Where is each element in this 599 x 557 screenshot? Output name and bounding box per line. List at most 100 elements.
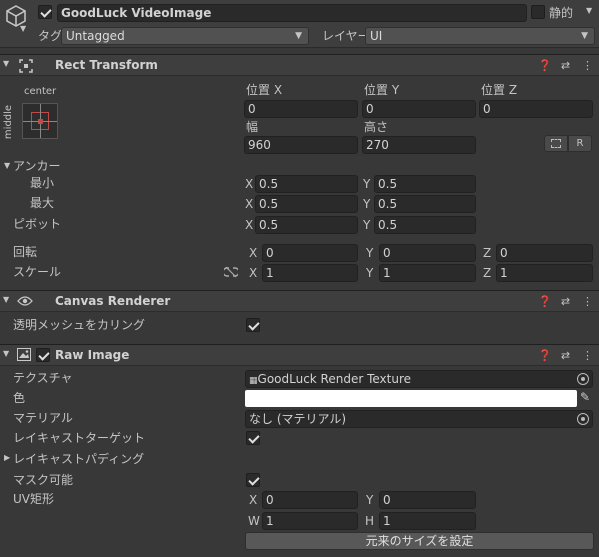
- pos-z-field[interactable]: 0: [479, 100, 593, 118]
- axis-y-label[interactable]: Y: [366, 265, 373, 281]
- uv-x-field[interactable]: 0: [262, 491, 358, 509]
- material-label: マテリアル: [13, 411, 73, 425]
- static-label: 静的: [549, 6, 574, 20]
- help-icon[interactable]: ❓: [538, 294, 552, 309]
- layer-dropdown[interactable]: UI ▼: [365, 27, 595, 45]
- axis-y-label[interactable]: Y: [363, 217, 370, 233]
- maskable-toggle[interactable]: [246, 473, 260, 487]
- presets-icon[interactable]: ⇄: [560, 294, 571, 309]
- image-icon: [17, 348, 31, 361]
- scale-x-field[interactable]: 1: [262, 264, 358, 282]
- presets-icon[interactable]: ⇄: [560, 348, 571, 363]
- foldout-arrow-icon[interactable]: ▶: [4, 453, 10, 462]
- foldout-arrow-icon[interactable]: ▼: [3, 295, 9, 304]
- raw-image-enabled-toggle[interactable]: [36, 348, 50, 362]
- texture-field[interactable]: ▦GoodLuck Render Texture: [245, 370, 593, 388]
- object-picker-icon[interactable]: [577, 413, 589, 425]
- chevron-down-icon: ▼: [295, 31, 302, 41]
- more-icon[interactable]: ⋮: [582, 58, 593, 73]
- chevron-down-icon[interactable]: ▼: [20, 24, 26, 33]
- anchor-max-y-field[interactable]: 0.5: [374, 195, 476, 213]
- component-title: Raw Image: [55, 348, 130, 362]
- raycast-target-toggle[interactable]: [246, 431, 260, 445]
- raw-image-header[interactable]: ▼ Raw Image ❓ ⇄ ⋮: [0, 344, 599, 366]
- anchor-min-label: 最小: [30, 176, 55, 190]
- tag-dropdown[interactable]: Untagged ▼: [61, 27, 309, 45]
- presets-icon[interactable]: ⇄: [560, 58, 571, 73]
- anchor-preset-side-label: middle: [3, 104, 15, 140]
- pos-x-field[interactable]: 0: [244, 100, 358, 118]
- axis-x-label[interactable]: X: [249, 492, 257, 508]
- eye-icon: [17, 296, 33, 306]
- anchors-foldout-icon[interactable]: ▼: [4, 161, 10, 170]
- width-field[interactable]: 960: [244, 136, 358, 154]
- pivot-y-field[interactable]: 0.5: [374, 216, 476, 234]
- rect-transform-icon: [19, 59, 33, 73]
- axis-y-label[interactable]: Y: [363, 196, 370, 212]
- axis-y-label[interactable]: Y: [363, 176, 370, 192]
- pos-x-label: 位置 X: [246, 83, 283, 97]
- axis-y-label[interactable]: Y: [366, 245, 373, 261]
- scale-z-field[interactable]: 1: [496, 264, 593, 282]
- component-title: Rect Transform: [55, 58, 158, 72]
- help-icon[interactable]: ❓: [538, 58, 552, 73]
- anchor-min-y-field[interactable]: 0.5: [374, 175, 476, 193]
- anchor-preset-top-label: center: [24, 86, 57, 97]
- rotation-label: 回転: [13, 245, 38, 259]
- axis-z-label[interactable]: Z: [483, 245, 491, 261]
- object-name-field[interactable]: GoodLuck VideoImage: [57, 4, 527, 22]
- axis-x-label[interactable]: X: [245, 217, 253, 233]
- object-picker-icon[interactable]: [577, 373, 589, 385]
- color-swatch[interactable]: [245, 390, 577, 407]
- scale-y-field[interactable]: 1: [379, 264, 476, 282]
- anchor-preset-button[interactable]: [22, 103, 58, 139]
- uv-h-field[interactable]: 1: [379, 512, 476, 530]
- anchors-label: アンカー: [13, 159, 61, 173]
- anchor-max-label: 最大: [30, 196, 55, 210]
- raw-edit-button[interactable]: R: [568, 135, 592, 152]
- height-field[interactable]: 270: [362, 136, 476, 154]
- anchor-max-x-field[interactable]: 0.5: [255, 195, 358, 213]
- cull-transparent-mesh-toggle[interactable]: [246, 318, 260, 332]
- active-toggle[interactable]: [38, 5, 52, 19]
- link-broken-icon[interactable]: [224, 266, 238, 278]
- raycast-target-label: レイキャストターゲット: [13, 431, 146, 445]
- axis-z-label[interactable]: Z: [483, 265, 491, 281]
- material-value: なし (マテリアル): [249, 412, 347, 426]
- axis-h-label[interactable]: H: [365, 513, 374, 529]
- static-dropdown-icon[interactable]: ▼: [586, 6, 592, 15]
- pos-y-field[interactable]: 0: [362, 100, 476, 118]
- axis-x-label[interactable]: X: [245, 176, 253, 192]
- uv-y-field[interactable]: 0: [379, 491, 476, 509]
- axis-x-label[interactable]: X: [245, 196, 253, 212]
- rotation-x-field[interactable]: 0: [262, 244, 358, 262]
- help-icon[interactable]: ❓: [538, 348, 552, 363]
- more-icon[interactable]: ⋮: [582, 294, 593, 309]
- tag-value: Untagged: [66, 29, 125, 43]
- foldout-arrow-icon[interactable]: ▼: [3, 59, 9, 68]
- set-native-size-button[interactable]: 元来のサイズを設定: [245, 532, 594, 550]
- foldout-arrow-icon[interactable]: ▼: [3, 349, 9, 358]
- pivot-x-field[interactable]: 0.5: [255, 216, 358, 234]
- axis-x-label[interactable]: X: [249, 265, 257, 281]
- eyedropper-icon[interactable]: ✎: [580, 390, 590, 404]
- rotation-z-field[interactable]: 0: [496, 244, 593, 262]
- more-icon[interactable]: ⋮: [582, 348, 593, 363]
- material-field[interactable]: なし (マテリアル): [245, 410, 593, 428]
- canvas-renderer-header[interactable]: ▼ Canvas Renderer ❓ ⇄ ⋮: [0, 290, 599, 312]
- component-title: Canvas Renderer: [55, 294, 171, 308]
- uv-w-field[interactable]: 1: [262, 512, 358, 530]
- axis-y-label[interactable]: Y: [366, 492, 373, 508]
- blueprint-mode-button[interactable]: [544, 135, 568, 152]
- rotation-y-field[interactable]: 0: [379, 244, 476, 262]
- color-label: 色: [13, 391, 26, 405]
- static-toggle[interactable]: [531, 5, 545, 19]
- axis-x-label[interactable]: X: [249, 245, 257, 261]
- rect-transform-header[interactable]: ▼ Rect Transform ❓ ⇄ ⋮: [0, 54, 599, 76]
- anchor-min-x-field[interactable]: 0.5: [255, 175, 358, 193]
- raycast-padding-label: レイキャストパディング: [13, 452, 145, 466]
- axis-w-label[interactable]: W: [248, 513, 260, 529]
- blueprint-icon: [551, 139, 561, 148]
- scale-label: スケール: [13, 265, 62, 279]
- height-label: 高さ: [364, 120, 389, 134]
